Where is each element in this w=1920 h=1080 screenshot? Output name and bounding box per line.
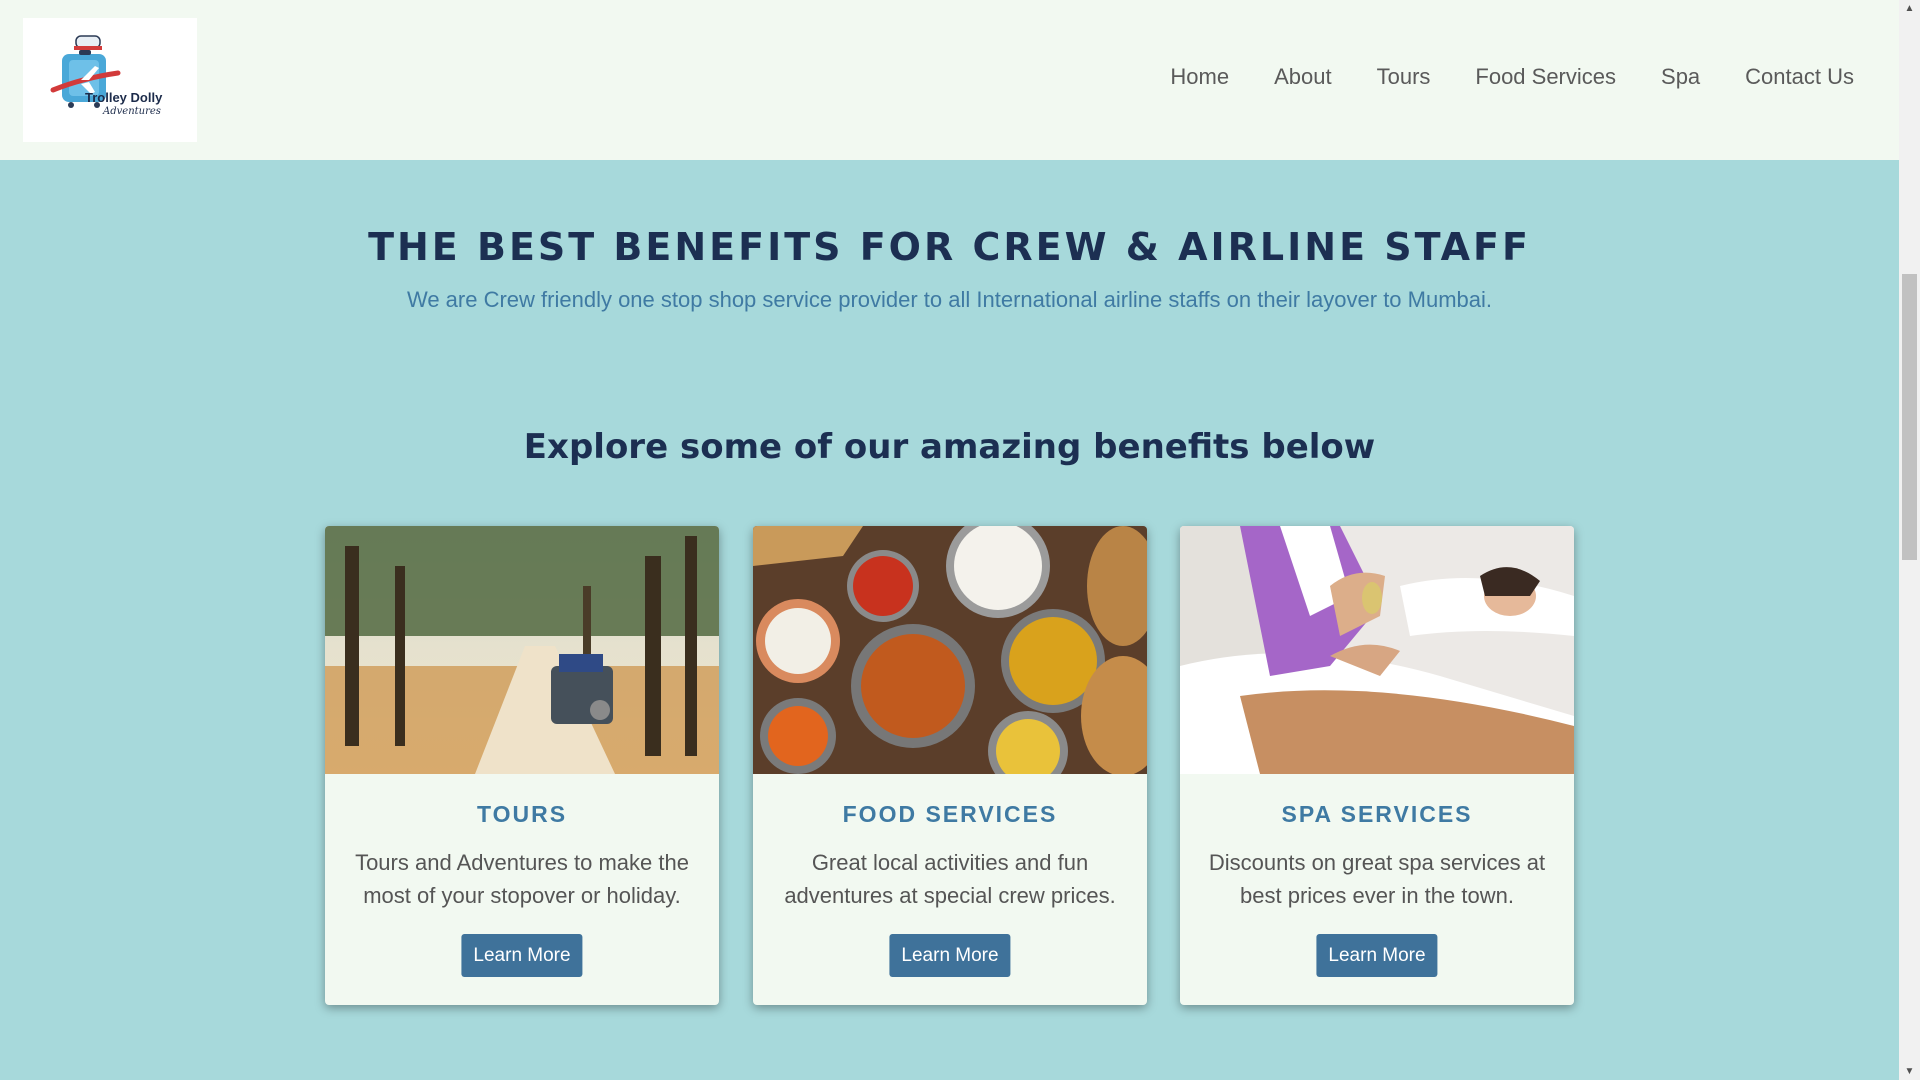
- card-title: TOURS: [476, 801, 568, 827]
- card-description: Discounts on great spa services at best …: [1208, 850, 1546, 908]
- benefits-title: Explore some of our amazing benefits bel…: [523, 427, 1376, 467]
- scroll-down-icon[interactable]: ▼: [1899, 1063, 1920, 1080]
- food-learn-more-button[interactable]: Learn More: [889, 934, 1011, 977]
- food-image: [753, 526, 1147, 774]
- site-logo[interactable]: Trolley Dolly Adventures: [23, 18, 197, 142]
- benefit-card-tours: TOURS Tours and Adventures to make the m…: [325, 526, 719, 1005]
- benefit-card-spa-services: SPA SERVICES Discounts on great spa serv…: [1180, 526, 1574, 1005]
- main-nav: Home About Tours Food Services Spa Conta…: [1125, 64, 1854, 90]
- logo-subtext: Adventures: [103, 106, 161, 117]
- scroll-up-icon[interactable]: ▲: [1899, 0, 1920, 17]
- card-description: Tours and Adventures to make the most of…: [355, 850, 689, 908]
- tours-learn-more-button[interactable]: Learn More: [461, 934, 583, 977]
- card-title: SPA SERVICES: [1281, 801, 1473, 827]
- vertical-scrollbar[interactable]: ▲ ▼: [1899, 0, 1920, 1080]
- card-description: Great local activities and fun adventure…: [784, 850, 1116, 908]
- page-headline: THE BEST BENEFITS FOR CREW & AIRLINE STA…: [368, 225, 1531, 269]
- nav-tours[interactable]: Tours: [1377, 64, 1431, 90]
- page-subheadline: We are Crew friendly one stop shop servi…: [406, 287, 1493, 312]
- benefit-card-food-services: FOOD SERVICES Great local activities and…: [753, 526, 1147, 1005]
- card-title: FOOD SERVICES: [842, 801, 1058, 827]
- scroll-thumb[interactable]: [1902, 274, 1917, 560]
- suitcase-airplane-icon: [50, 35, 121, 108]
- nav-contact-us[interactable]: Contact Us: [1745, 64, 1854, 90]
- nav-home[interactable]: Home: [1170, 64, 1229, 90]
- spa-learn-more-button[interactable]: Learn More: [1316, 934, 1438, 977]
- logo-text: Trolley Dolly: [85, 90, 163, 105]
- tours-image: [325, 526, 719, 774]
- nav-about[interactable]: About: [1274, 64, 1332, 90]
- site-header: Trolley Dolly Adventures Home About Tour…: [0, 0, 1899, 160]
- nav-spa[interactable]: Spa: [1661, 64, 1700, 90]
- page: Trolley Dolly Adventures Home About Tour…: [0, 0, 1920, 1080]
- spa-image: [1180, 526, 1574, 774]
- nav-food-services[interactable]: Food Services: [1475, 64, 1616, 90]
